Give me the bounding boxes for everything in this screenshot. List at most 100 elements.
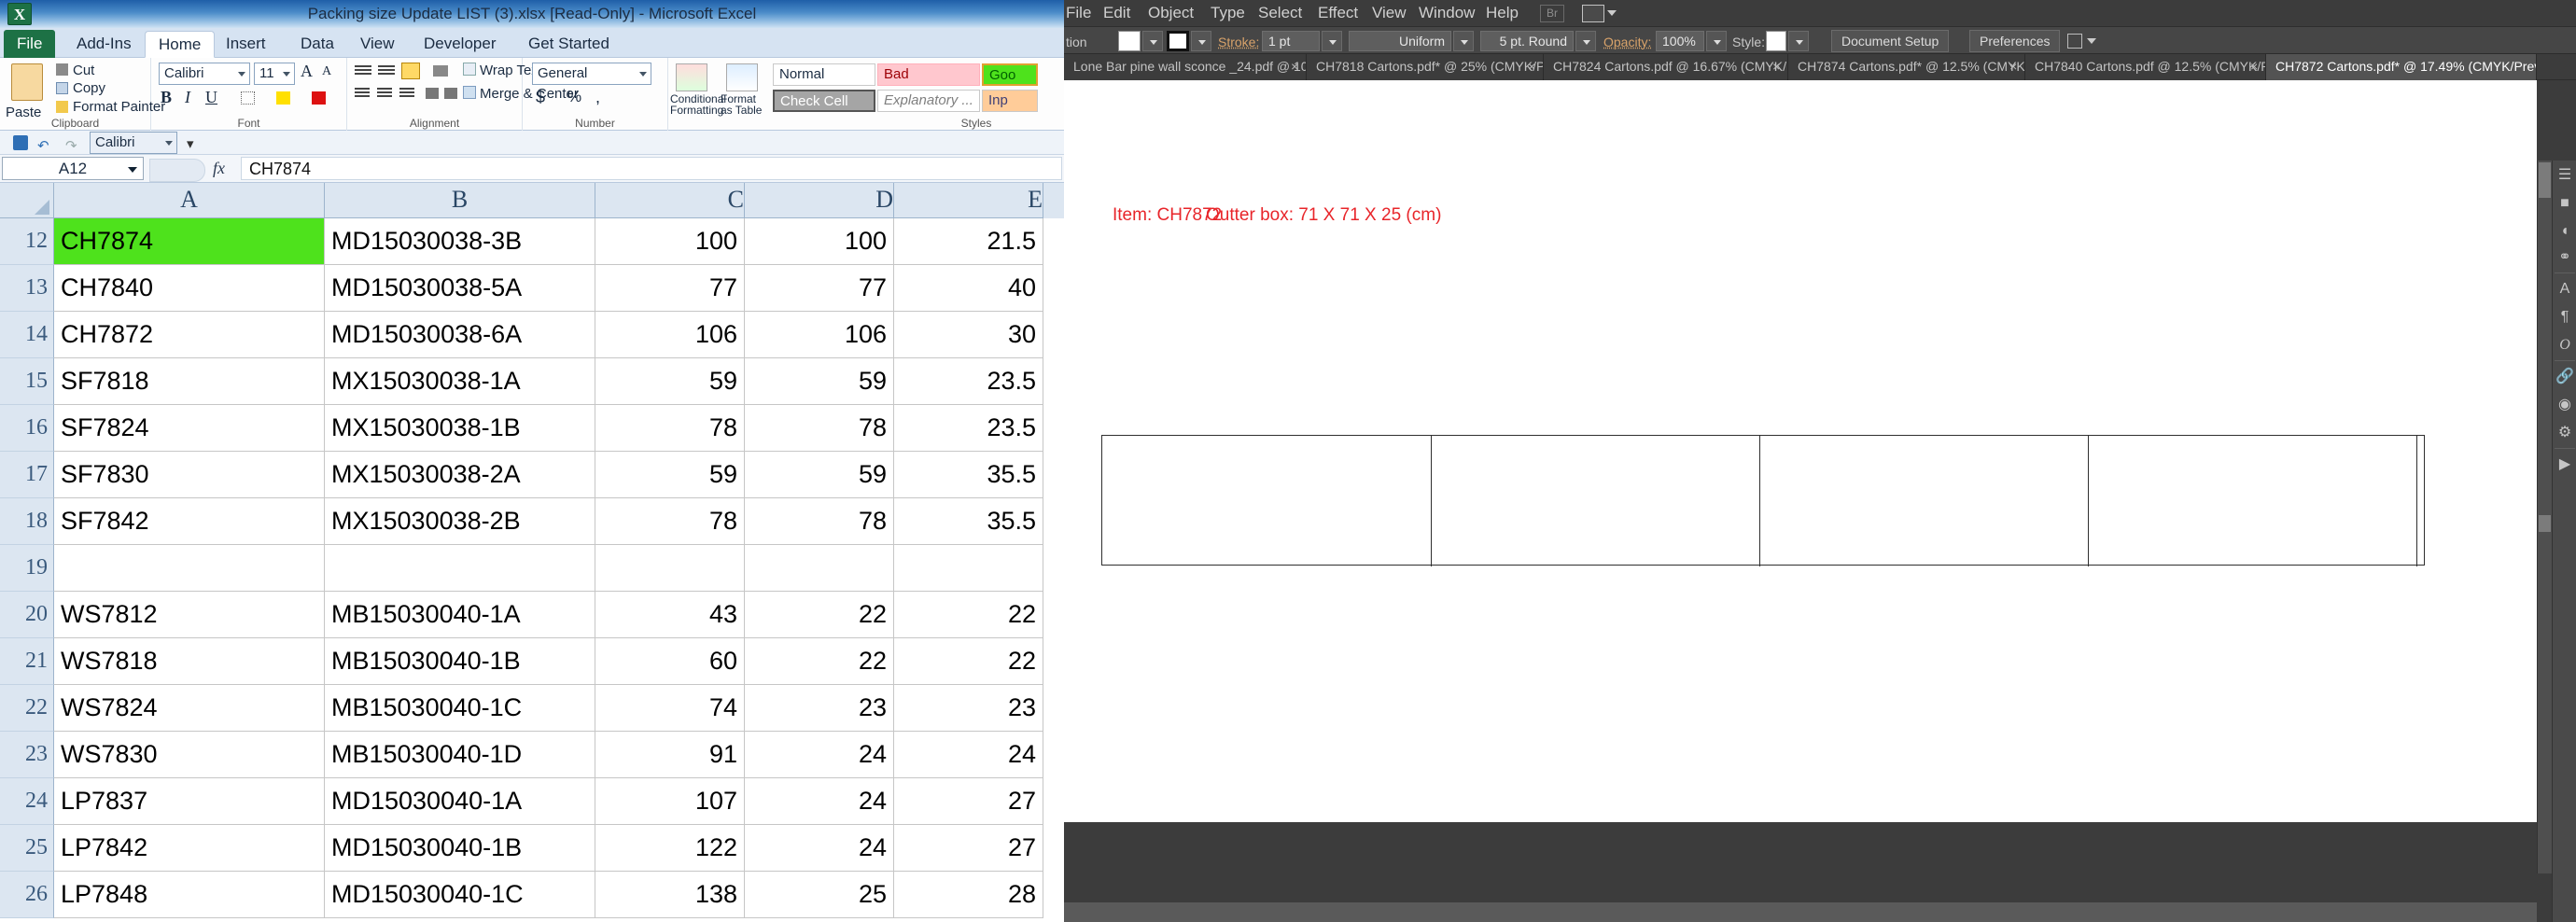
menu-select[interactable]: Select xyxy=(1258,4,1302,22)
row-header[interactable]: 18 xyxy=(0,498,54,545)
cell-D25[interactable]: 24 xyxy=(745,825,894,872)
column-header-c[interactable]: C xyxy=(595,183,745,218)
cell-C17[interactable]: 59 xyxy=(595,452,745,498)
scrollbar-thumb-top[interactable] xyxy=(2539,162,2551,198)
copy-button[interactable]: Copy xyxy=(73,80,105,96)
menu-effect[interactable]: Effect xyxy=(1318,4,1358,22)
cell-D15[interactable]: 59 xyxy=(745,358,894,405)
cell-D13[interactable]: 77 xyxy=(745,265,894,312)
cut-icon[interactable] xyxy=(56,63,68,76)
menu-type[interactable]: Type xyxy=(1211,4,1245,22)
cell-E17[interactable]: 35.5 xyxy=(894,452,1043,498)
cell-E21[interactable]: 22 xyxy=(894,638,1043,685)
cell-D17[interactable]: 59 xyxy=(745,452,894,498)
cell-C18[interactable]: 78 xyxy=(595,498,745,545)
cell-E25[interactable]: 27 xyxy=(894,825,1043,872)
row-header[interactable]: 26 xyxy=(0,872,54,918)
cell-D22[interactable]: 23 xyxy=(745,685,894,732)
stroke-swatch[interactable] xyxy=(1167,31,1189,51)
paragraph-icon[interactable]: ¶ xyxy=(2555,308,2574,327)
cell-B25[interactable]: MD15030040-1B xyxy=(325,825,595,872)
format-as-table-icon[interactable] xyxy=(726,63,758,91)
cell-B18[interactable]: MX15030038-2B xyxy=(325,498,595,545)
column-header-b[interactable]: B xyxy=(325,183,595,218)
cell-D20[interactable]: 22 xyxy=(745,592,894,638)
cell-B23[interactable]: MB15030040-1D xyxy=(325,732,595,778)
cell-B12[interactable]: MD15030038-3B xyxy=(325,218,595,265)
cell-A19[interactable] xyxy=(54,545,325,592)
artboard-canvas[interactable]: Item: CH7872 Outter box: 71 X 71 X 25 (c… xyxy=(1064,80,2537,822)
row-header[interactable]: 19 xyxy=(0,545,54,592)
number-format-combobox[interactable]: General xyxy=(532,63,651,85)
cell-style-input[interactable]: Inp xyxy=(982,90,1038,112)
cell-A20[interactable]: WS7812 xyxy=(54,592,325,638)
cell-B20[interactable]: MB15030040-1A xyxy=(325,592,595,638)
row-header[interactable]: 23 xyxy=(0,732,54,778)
cell-C19[interactable] xyxy=(595,545,745,592)
menu-help[interactable]: Help xyxy=(1486,4,1519,22)
table-row[interactable]: 26 LP7848 MD15030040-1C 138 25 28 xyxy=(0,872,1064,918)
cell-C16[interactable]: 78 xyxy=(595,405,745,452)
cell-A15[interactable]: SF7818 xyxy=(54,358,325,405)
table-row[interactable]: 18 SF7842 MX15030038-2B 78 78 35.5 xyxy=(0,498,1064,545)
cell-E22[interactable]: 23 xyxy=(894,685,1043,732)
cell-style-normal[interactable]: Normal xyxy=(773,63,875,86)
stroke-label[interactable]: Stroke: xyxy=(1218,35,1259,49)
glyphs-icon[interactable]: O xyxy=(2555,336,2574,355)
arrange-documents-icon[interactable] xyxy=(1582,5,1604,22)
cell-E19[interactable] xyxy=(894,545,1043,592)
table-row[interactable]: 13 CH7840 MD15030038-5A 77 77 40 xyxy=(0,265,1064,312)
format-as-table-button[interactable]: Format as Table xyxy=(721,93,767,116)
table-row[interactable]: 22 WS7824 MB15030040-1C 74 23 23 xyxy=(0,685,1064,732)
cell-C12[interactable]: 100 xyxy=(595,218,745,265)
cell-A23[interactable]: WS7830 xyxy=(54,732,325,778)
paste-icon[interactable] xyxy=(11,63,43,101)
percent-button[interactable]: % xyxy=(567,88,581,106)
cell-D18[interactable]: 78 xyxy=(745,498,894,545)
borders-icon[interactable] xyxy=(241,91,255,105)
transparency-icon[interactable]: ◖ xyxy=(2555,222,2574,241)
cell-A21[interactable]: WS7818 xyxy=(54,638,325,685)
table-row[interactable]: 19 xyxy=(0,545,1064,592)
play-icon[interactable]: ▶ xyxy=(2555,455,2574,474)
row-header[interactable]: 22 xyxy=(0,685,54,732)
cell-D23[interactable]: 24 xyxy=(745,732,894,778)
table-row[interactable]: 16 SF7824 MX15030038-1B 78 78 23.5 xyxy=(0,405,1064,452)
increase-indent-icon[interactable] xyxy=(444,88,457,99)
menu-file[interactable]: File xyxy=(1066,4,1091,22)
grow-font-icon[interactable]: A xyxy=(301,62,313,81)
cell-B24[interactable]: MD15030040-1A xyxy=(325,778,595,825)
merge-center-icon[interactable] xyxy=(463,86,476,99)
style-swatch[interactable] xyxy=(1766,31,1786,51)
ribbon-tab-developer[interactable]: Developer xyxy=(411,31,510,58)
cell-C14[interactable]: 106 xyxy=(595,312,745,358)
document-tab-3[interactable]: CH7874 Cartons.pdf* @ 12.5% (CMYK/Pr...× xyxy=(1788,54,2025,80)
cell-E26[interactable]: 28 xyxy=(894,872,1043,918)
style-dropdown-icon[interactable] xyxy=(1788,31,1809,51)
align-bottom-icon[interactable] xyxy=(401,63,420,79)
table-row[interactable]: 15 SF7818 MX15030038-1A 59 59 23.5 xyxy=(0,358,1064,405)
document-tab-0[interactable]: Lone Bar pine wall sconce _24.pdf @ 100.… xyxy=(1064,54,1307,80)
cell-A13[interactable]: CH7840 xyxy=(54,265,325,312)
column-header-e[interactable]: E xyxy=(894,183,1043,218)
comma-button[interactable]: , xyxy=(595,88,600,107)
cell-style-check-cell[interactable]: Check Cell xyxy=(773,90,875,112)
font-size-combobox[interactable]: 11 xyxy=(254,63,295,85)
cell-E14[interactable]: 30 xyxy=(894,312,1043,358)
fill-dropdown-icon[interactable] xyxy=(1142,31,1163,51)
cell-B21[interactable]: MB15030040-1B xyxy=(325,638,595,685)
brush-field[interactable]: 5 pt. Round xyxy=(1480,31,1574,51)
table-row[interactable]: 20 WS7812 MB15030040-1A 43 22 22 xyxy=(0,592,1064,638)
canvas-vertical-scrollbar[interactable] xyxy=(2537,161,2552,873)
ribbon-tab-data[interactable]: Data xyxy=(287,31,347,58)
stroke-weight-dropdown-icon[interactable] xyxy=(1322,31,1342,51)
character-icon[interactable]: A xyxy=(2555,280,2574,299)
menu-window[interactable]: Window xyxy=(1419,4,1475,22)
ribbon-tab-add-ins[interactable]: Add-Ins xyxy=(63,31,145,58)
column-header-d[interactable]: D xyxy=(745,183,894,218)
menu-object[interactable]: Object xyxy=(1148,4,1194,22)
menu-edit[interactable]: Edit xyxy=(1103,4,1130,22)
column-header-a[interactable]: A xyxy=(54,183,325,218)
shrink-font-icon[interactable]: A xyxy=(322,64,331,79)
table-row[interactable]: 24 LP7837 MD15030040-1A 107 24 27 xyxy=(0,778,1064,825)
